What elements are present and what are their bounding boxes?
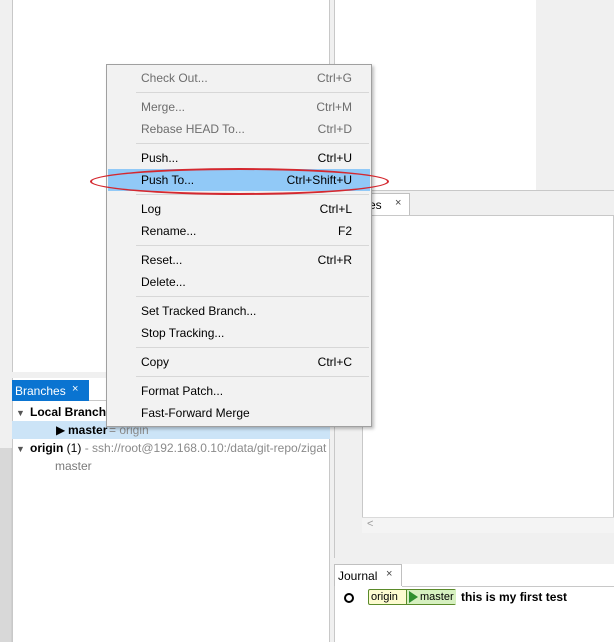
remote-name: origin	[30, 441, 64, 455]
tab-journal[interactable]: Journal ×	[334, 564, 402, 586]
tab-bar-divider	[402, 586, 614, 587]
play-arrow-icon	[409, 591, 418, 604]
menu-separator	[136, 245, 369, 246]
menu-item-push[interactable]: Push... Ctrl+U	[108, 147, 370, 169]
menu-item-format-patch[interactable]: Format Patch...	[108, 380, 370, 402]
menu-separator	[136, 376, 369, 377]
ref-origin: origin	[371, 591, 398, 603]
close-icon[interactable]: ×	[72, 383, 78, 395]
tree-node-origin[interactable]: ▼ origin (1) - ssh://root@192.168.0.10:/d…	[16, 439, 330, 457]
menu-item-delete[interactable]: Delete...	[108, 271, 370, 293]
horizontal-scrollbar[interactable]: <	[362, 517, 614, 533]
ref-master: master	[406, 590, 456, 604]
menu-separator	[136, 296, 369, 297]
menu-item-set-tracked-branch[interactable]: Set Tracked Branch...	[108, 300, 370, 322]
menu-item-fast-forward-merge[interactable]: Fast-Forward Merge	[108, 402, 370, 424]
remote-count: (1)	[66, 441, 82, 455]
caret-right-icon: ▶	[56, 423, 66, 437]
tree-node-remote-master[interactable]: master	[55, 457, 92, 475]
tab-journal-label: Journal	[338, 569, 378, 583]
left-scroll-strip	[0, 448, 12, 642]
menu-separator	[136, 347, 369, 348]
ref-master-label: master	[420, 591, 454, 603]
tab-branches[interactable]: Branches ×	[12, 380, 89, 401]
menu-separator	[136, 143, 369, 144]
commit-node-icon[interactable]	[344, 593, 354, 603]
context-menu: Check Out... Ctrl+G Merge... Ctrl+M Reba…	[106, 64, 372, 427]
menu-item-reset[interactable]: Reset... Ctrl+R	[108, 249, 370, 271]
menu-item-check-out[interactable]: Check Out... Ctrl+G	[108, 67, 370, 89]
remote-url: - ssh://root@192.168.0.10:/data/git-repo…	[84, 441, 327, 455]
menu-item-log[interactable]: Log Ctrl+L	[108, 198, 370, 220]
commit-message[interactable]: this is my first test	[461, 589, 567, 605]
menu-item-copy[interactable]: Copy Ctrl+C	[108, 351, 370, 373]
tree-node-local-branches[interactable]: ▼ Local Branch	[16, 403, 106, 421]
branch-name: master	[68, 423, 108, 437]
menu-item-rebase[interactable]: Rebase HEAD To... Ctrl+D	[108, 118, 370, 140]
chevron-down-icon[interactable]: ▼	[16, 404, 30, 422]
local-branches-label: Local Branch	[30, 405, 107, 419]
close-icon[interactable]: ×	[395, 197, 401, 209]
menu-item-merge[interactable]: Merge... Ctrl+M	[108, 96, 370, 118]
menu-item-stop-tracking[interactable]: Stop Tracking...	[108, 322, 370, 344]
tab-branches-label: Branches	[15, 384, 66, 398]
close-icon[interactable]: ×	[386, 568, 392, 580]
ref-label[interactable]: origin master	[368, 589, 456, 605]
menu-separator	[136, 92, 369, 93]
menu-item-rename[interactable]: Rename... F2	[108, 220, 370, 242]
highlight-annotation-oval	[90, 168, 389, 195]
changes-list[interactable]	[362, 215, 614, 533]
chevron-down-icon[interactable]: ▼	[16, 440, 30, 457]
chevron-left-icon[interactable]: <	[367, 518, 373, 530]
